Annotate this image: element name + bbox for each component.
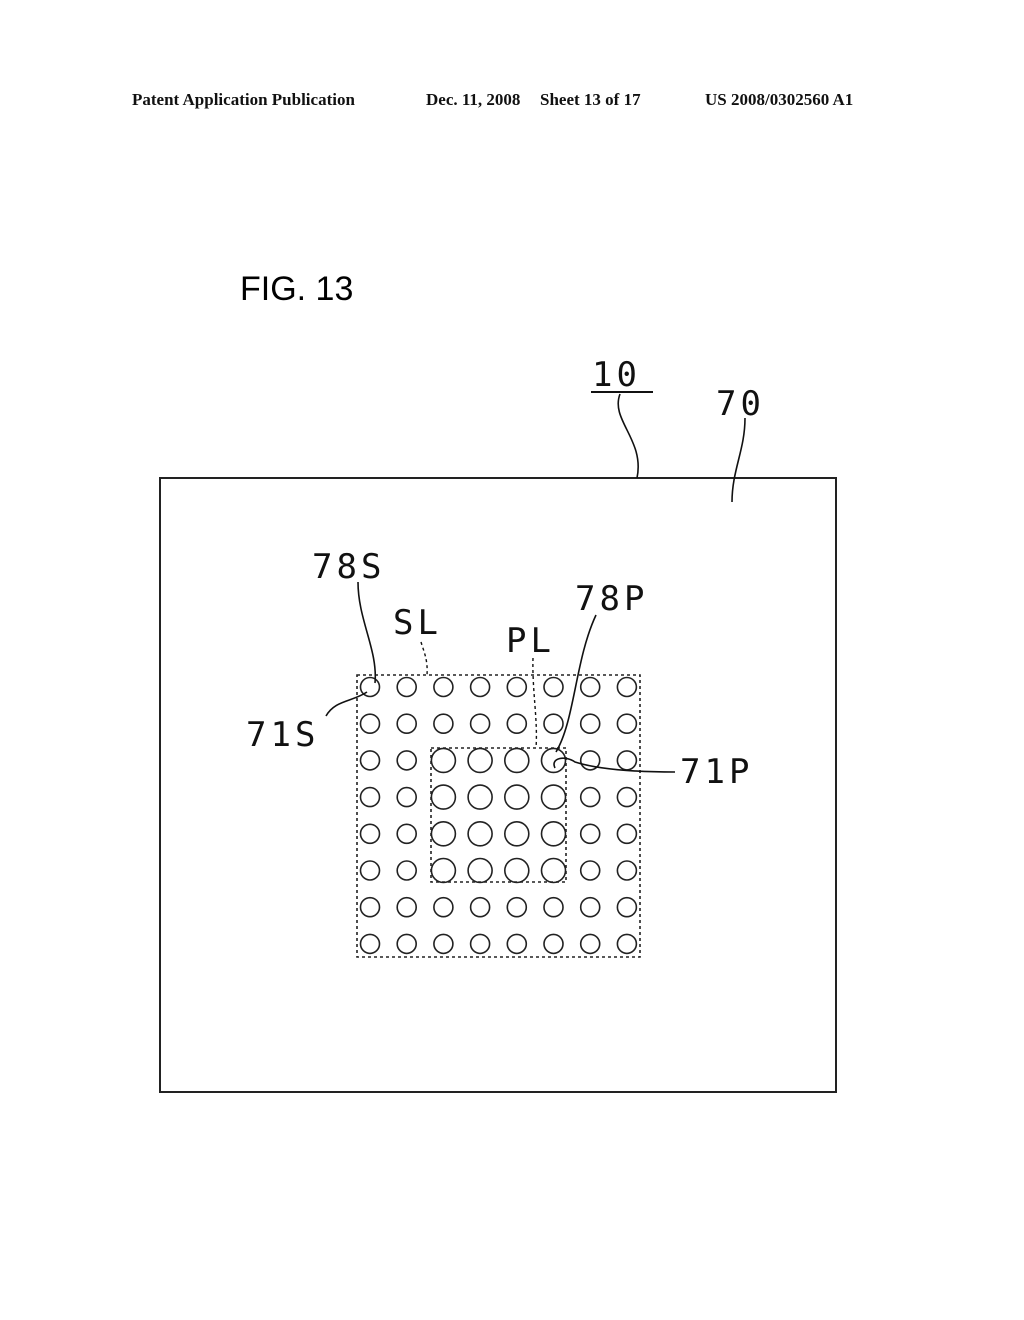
large-pad [467,820,493,847]
leader-large-pad [553,757,676,773]
small-pad [396,786,418,808]
large-pad [503,747,530,774]
small-pad [433,676,454,698]
small-pad [359,750,381,771]
small-pad [579,860,601,881]
small-pad [543,933,564,955]
label-small-pad-region-ref: 78S [312,547,385,587]
small-pad [579,823,601,845]
large-pad [503,857,530,884]
small-pad [506,713,528,735]
label-small-pad: 71S [246,715,319,755]
leader-large-pad-region [532,657,538,749]
small-pad [433,713,454,735]
small-pad [506,896,528,918]
small-pad [579,896,601,918]
small-pad [616,786,638,808]
large-pad [503,820,530,847]
leader-substrate [731,417,746,503]
leader-small-pad-region [420,641,428,676]
small-pad [396,896,418,918]
small-pad [433,896,454,918]
label-substrate: 70 [716,384,765,424]
small-pad [616,676,638,698]
label-large-pad-region: PL [506,621,555,661]
leader-small-pad [325,691,368,717]
small-pad [579,933,601,955]
small-pad [506,676,528,698]
label-small-pad-region: SL [393,603,442,643]
small-pad [359,933,381,955]
large-pad [540,747,567,774]
small-pad [543,713,564,735]
large-pad [430,820,457,847]
small-pad [469,713,491,735]
large-pad [540,784,567,810]
large-pad [540,857,567,884]
large-pad [540,820,567,847]
small-pad [396,676,418,698]
small-pad [359,786,381,808]
small-pad [433,933,454,955]
small-pad [543,676,564,698]
small-pad [616,823,638,845]
leader-small-pad-region-ref [357,581,377,684]
large-pad [430,747,457,774]
small-pad [396,860,418,881]
small-pad [359,713,381,735]
pad-grid [359,676,638,955]
small-pad [396,713,418,735]
small-pad [616,896,638,918]
leader-device [617,393,639,479]
large-pad [503,784,530,810]
label-large-pad: 71P [680,752,753,792]
small-pad [359,896,381,918]
label-large-pad-region-ref: 78P [575,579,648,619]
small-pad [579,786,601,808]
small-pad [469,933,491,955]
small-pad [616,860,638,881]
small-pad [359,823,381,845]
small-pad [579,713,601,735]
small-pad [469,896,491,918]
large-pad [430,857,457,884]
small-pad [616,750,638,771]
small-pad [579,676,601,698]
small-pad [396,823,418,845]
small-pad [506,933,528,955]
label-device: 10 [592,355,641,395]
figure-drawing: 10 70 78S SL PL 78P 71S 71P [159,355,837,1093]
small-pad [396,933,418,955]
small-pad [396,750,418,771]
small-pad [543,896,564,918]
small-pad [616,713,638,735]
large-pad [467,784,493,810]
large-pad [467,857,493,884]
large-pad [467,747,493,774]
small-pad [469,676,491,698]
large-pad [430,784,457,810]
small-pad [359,860,381,881]
small-pad [616,933,638,955]
